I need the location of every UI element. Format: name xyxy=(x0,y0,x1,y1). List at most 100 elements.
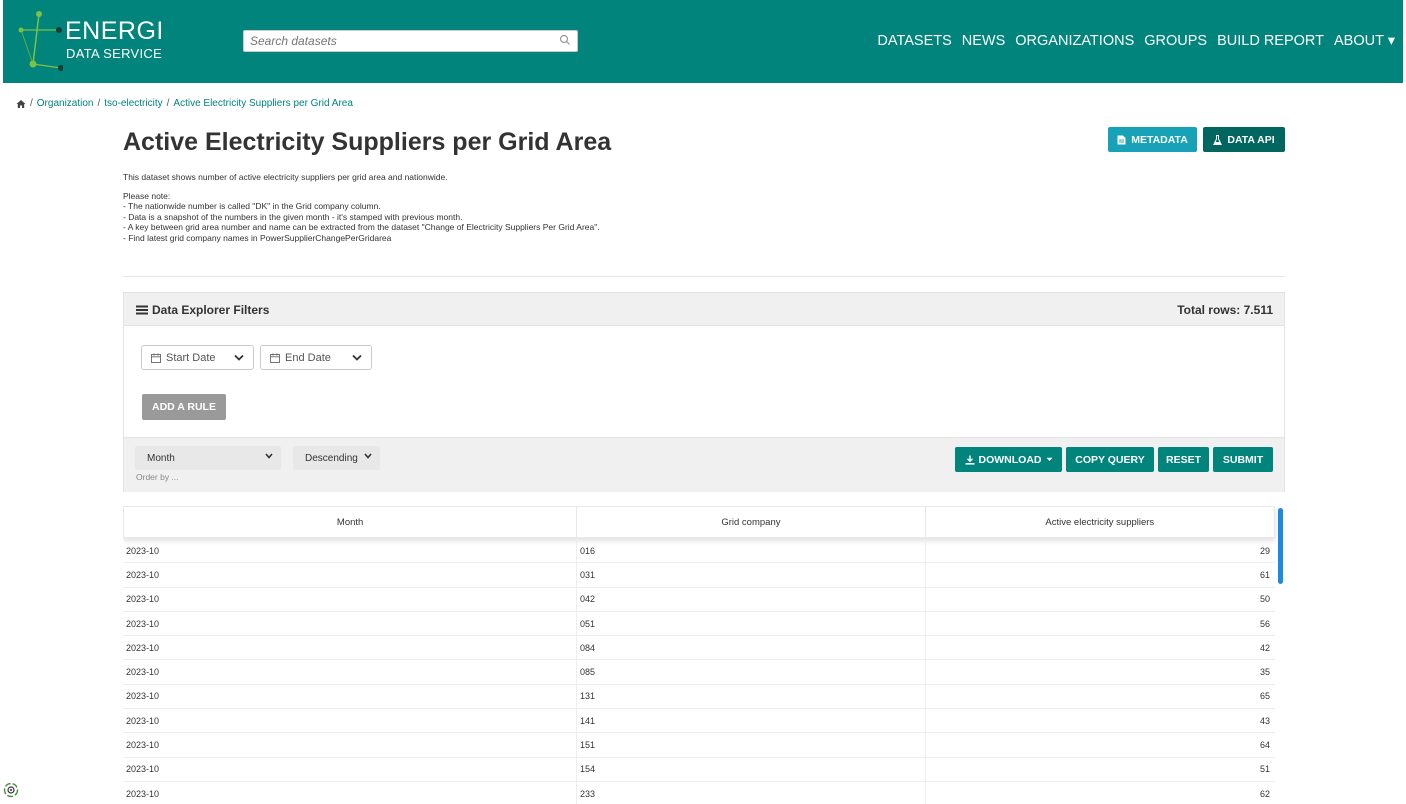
nav-build-report[interactable]: BUILD REPORT xyxy=(1217,33,1324,49)
cell-active-suppliers: 62 xyxy=(1259,788,1270,799)
cell-active-suppliers: 50 xyxy=(1259,594,1270,605)
description-note: - The nationwide number is called "DK" i… xyxy=(123,201,381,211)
search-box xyxy=(243,30,578,52)
energi-logo[interactable]: ENERGI DATA SERVICE xyxy=(15,8,165,72)
nav-news[interactable]: NEWS xyxy=(962,33,1006,49)
metadata-button[interactable]: METADATA xyxy=(1108,127,1197,152)
cell-grid-company: 016 xyxy=(577,539,926,563)
accessibility-icon[interactable] xyxy=(3,782,19,798)
home-icon[interactable] xyxy=(16,99,26,109)
cell-grid-company: 084 xyxy=(577,636,926,660)
cell-month: 2023-10 xyxy=(123,781,577,804)
table-row: 2023-10 031 61 xyxy=(123,563,1275,588)
cell-grid-company: 154 xyxy=(577,757,926,781)
table-row: 2023-10 233 62 xyxy=(123,781,1275,804)
cell-active-suppliers: 61 xyxy=(1259,569,1270,580)
download-button[interactable]: DOWNLOAD xyxy=(955,447,1062,472)
table-row: 2023-10 085 35 xyxy=(123,660,1275,685)
order-direction-select[interactable]: Descending xyxy=(293,446,380,470)
nav-groups[interactable]: GROUPS xyxy=(1144,33,1207,49)
cell-month: 2023-10 xyxy=(123,660,577,684)
divider xyxy=(123,276,1285,277)
data-api-button[interactable]: DATA API xyxy=(1203,127,1285,152)
end-date-dropdown[interactable]: End Date xyxy=(260,345,372,370)
add-rule-button[interactable]: ADD A RULE xyxy=(142,394,226,420)
nav-organizations[interactable]: ORGANIZATIONS xyxy=(1015,33,1134,49)
cell-active-suppliers: 43 xyxy=(1259,715,1270,726)
breadcrumb-organization[interactable]: Organization xyxy=(37,98,94,109)
cell-active-suppliers: 56 xyxy=(1259,618,1270,629)
breadcrumb-current[interactable]: Active Electricity Suppliers per Grid Ar… xyxy=(173,98,353,109)
cell-grid-company: 131 xyxy=(577,684,926,709)
calendar-icon xyxy=(270,353,280,363)
column-header-active-suppliers[interactable]: Active electricity suppliers xyxy=(926,507,1274,537)
order-field-select[interactable]: Month xyxy=(135,446,281,470)
logo-subtitle: DATA SERVICE xyxy=(66,46,163,61)
panel-title: Data Explorer Filters xyxy=(136,303,269,317)
cell-month: 2023-10 xyxy=(123,733,577,757)
chevron-down-icon xyxy=(234,354,244,361)
cell-active-suppliers: 64 xyxy=(1259,740,1270,751)
table-body: 2023-10 016 29 2023-10 031 61 2023-10 042 50 2… xyxy=(123,539,1275,804)
cell-grid-company: 141 xyxy=(577,709,926,733)
cell-month: 2023-10 xyxy=(123,563,577,587)
cell-month: 2023-10 xyxy=(123,587,577,611)
end-date-label: End Date xyxy=(285,351,331,364)
order-direction-value: Descending xyxy=(305,452,358,464)
panel-title-label: Data Explorer Filters xyxy=(152,303,270,317)
dataset-description: This dataset shows number of active elec… xyxy=(123,172,600,243)
table-row: 2023-10 141 43 xyxy=(123,709,1275,734)
table-header: Month Grid company Active electricity su… xyxy=(123,506,1275,538)
breadcrumb-separator: / xyxy=(30,98,33,109)
cell-month: 2023-10 xyxy=(123,539,577,563)
cell-grid-company: 233 xyxy=(577,781,926,804)
cell-grid-company: 042 xyxy=(577,587,926,611)
nav-datasets[interactable]: DATASETS xyxy=(877,33,951,49)
table-row: 2023-10 131 65 xyxy=(123,684,1275,710)
cell-active-suppliers: 51 xyxy=(1259,764,1270,775)
breadcrumb-separator: / xyxy=(97,98,101,109)
table-scrollbar[interactable] xyxy=(1278,508,1283,584)
breadcrumb-separator: / xyxy=(166,98,170,109)
cell-active-suppliers: 42 xyxy=(1259,642,1270,653)
cell-active-suppliers: 65 xyxy=(1259,691,1270,702)
caret-down-icon xyxy=(1046,457,1052,461)
flask-icon xyxy=(1213,134,1223,145)
reset-button[interactable]: RESET xyxy=(1158,447,1209,472)
cell-month: 2023-10 xyxy=(123,611,577,636)
table-row: 2023-10 084 42 xyxy=(123,636,1275,661)
cell-month: 2023-10 xyxy=(123,709,577,733)
order-field-value: Month xyxy=(147,452,175,464)
chevron-down-icon xyxy=(364,453,372,459)
cell-active-suppliers: 35 xyxy=(1259,667,1270,678)
column-header-grid-company[interactable]: Grid company xyxy=(577,507,926,537)
cell-month: 2023-10 xyxy=(123,636,577,660)
panel-header: Data Explorer Filters Total rows: 7.511 xyxy=(124,293,1284,326)
data-explorer-panel: Data Explorer Filters Total rows: 7.511 … xyxy=(123,292,1285,492)
nav-about[interactable]: ABOUT ▾ xyxy=(1334,33,1395,49)
file-icon xyxy=(1117,135,1126,144)
list-icon xyxy=(136,305,148,315)
column-header-month[interactable]: Month xyxy=(124,507,578,537)
download-icon xyxy=(965,455,974,465)
search-icon[interactable] xyxy=(559,34,571,46)
search-input[interactable] xyxy=(244,31,544,51)
copy-query-button[interactable]: COPY QUERY xyxy=(1066,447,1154,472)
start-date-dropdown[interactable]: Start Date xyxy=(141,345,254,370)
breadcrumb-tso-electricity[interactable]: tso-electricity xyxy=(104,98,162,109)
cell-grid-company: 031 xyxy=(577,563,926,587)
total-rows: Total rows: 7.511 xyxy=(1177,303,1273,317)
cell-grid-company: 085 xyxy=(577,660,926,684)
submit-button[interactable]: SUBMIT xyxy=(1213,447,1273,472)
order-by-hint: Order by ... xyxy=(136,472,179,482)
cell-month: 2023-10 xyxy=(123,757,577,781)
description-note: - A key between grid area number and nam… xyxy=(123,222,600,232)
cell-month: 2023-10 xyxy=(123,684,577,709)
main-nav: DATASETS NEWS ORGANIZATIONS GROUPS BUILD… xyxy=(877,33,1395,49)
breadcrumb: / Organization / tso-electricity / Activ… xyxy=(16,98,353,109)
description-note-heading: Please note: xyxy=(123,190,171,201)
chevron-down-icon xyxy=(265,453,273,459)
start-date-label: Start Date xyxy=(166,351,216,364)
description-note: - Data is a snapshot of the numbers in t… xyxy=(123,211,463,222)
logo-network-icon xyxy=(18,11,63,71)
